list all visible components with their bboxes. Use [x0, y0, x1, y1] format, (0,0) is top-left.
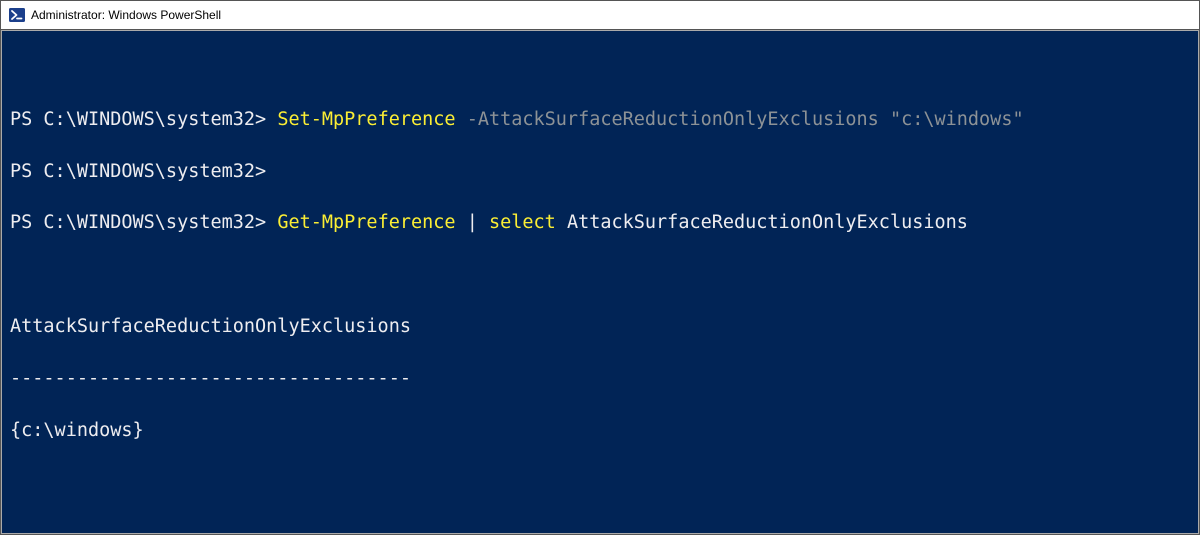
terminal-line: PS C:\WINDOWS\system32> Set-MpPreference…: [10, 107, 1190, 133]
command: Get-MpPreference: [277, 212, 455, 233]
blank-line: [10, 262, 1190, 288]
terminal-line: PS C:\WINDOWS\system32> Get-MpPreference…: [10, 210, 1190, 236]
blank-line: [10, 521, 1190, 534]
prompt: PS C:\WINDOWS\system32>: [10, 212, 266, 233]
titlebar[interactable]: Administrator: Windows PowerShell: [1, 1, 1199, 30]
argument: AttackSurfaceReductionOnlyExclusions: [567, 212, 968, 233]
terminal-line: PS C:\WINDOWS\system32>: [10, 159, 1190, 185]
prompt: PS C:\WINDOWS\system32>: [10, 161, 266, 182]
argument: "c:\windows": [890, 109, 1024, 130]
output-value: {c:\windows}: [10, 418, 1190, 444]
powershell-window: Administrator: Windows PowerShell PS C:\…: [0, 0, 1200, 535]
powershell-icon: [9, 7, 25, 23]
command: Set-MpPreference: [277, 109, 455, 130]
command: select: [489, 212, 556, 233]
window-title: Administrator: Windows PowerShell: [31, 8, 221, 22]
parameter: -AttackSurfaceReductionOnlyExclusions: [467, 109, 879, 130]
prompt: PS C:\WINDOWS\system32>: [10, 109, 266, 130]
terminal-area[interactable]: PS C:\WINDOWS\system32> Set-MpPreference…: [1, 30, 1199, 534]
blank-line: [10, 469, 1190, 495]
pipe: |: [467, 212, 478, 233]
output-header: AttackSurfaceReductionOnlyExclusions: [10, 314, 1190, 340]
output-divider: ------------------------------------: [10, 366, 1190, 392]
